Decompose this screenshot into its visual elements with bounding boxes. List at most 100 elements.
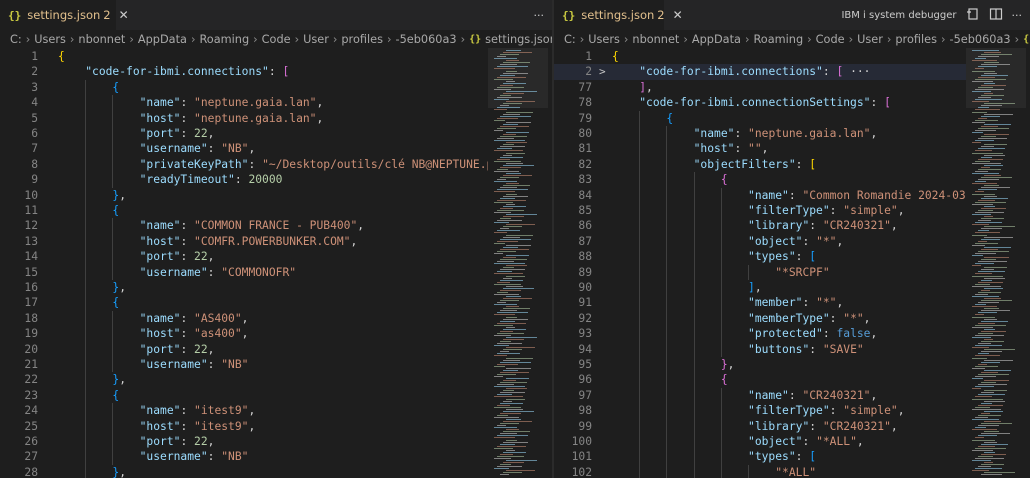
breadcrumb-item[interactable]: profiles [895,33,937,46]
breadcrumb-item[interactable]: nbonnet [78,33,125,46]
code-line[interactable]: 19 "host": "as400", [0,326,488,341]
breadcrumb-item[interactable]: nbonnet [632,33,679,46]
code-line[interactable]: 80 "name": "neptune.gaia.lan", [554,126,966,141]
code-line[interactable]: 9 "readyTimeout": 20000 [0,172,488,187]
code-line[interactable]: 88 "types": [ [554,249,966,264]
code-line[interactable]: 16 }, [0,280,488,295]
minimap[interactable] [966,48,1026,478]
code-line[interactable]: 6 "port": 22, [0,126,488,141]
code-line[interactable]: 20 "port": 22, [0,342,488,357]
code-line[interactable]: 24 "name": "itest9", [0,403,488,418]
breadcrumb-item[interactable]: Code [262,33,291,46]
code-editor[interactable]: 1{2 "code-for-ibmi.connections": [3 {4 "… [0,48,552,478]
minimap-line [981,84,1006,86]
code-line[interactable]: 11 { [0,203,488,218]
code-line[interactable]: 21 "username": "NB" [0,357,488,372]
breadcrumb-item[interactable]: -5eb060a3 [396,33,457,46]
code-line[interactable]: 87 "object": "*", [554,234,966,249]
minimap[interactable] [488,48,548,478]
breadcrumb-item[interactable]: AppData [692,33,741,46]
more-actions-icon[interactable]: ··· [534,9,545,22]
code-line[interactable]: 22 }, [0,372,488,387]
code-line[interactable]: 94 "buttons": "SAVE" [554,342,966,357]
breadcrumb-item[interactable]: User [303,33,329,46]
fold-chevron-icon[interactable]: > [599,64,606,79]
code-line[interactable]: 2 "code-for-ibmi.connections": [ [0,64,488,79]
code-line[interactable]: 95 }, [554,357,966,372]
code-line[interactable]: 91 "member": "*", [554,295,966,310]
breadcrumb-item[interactable]: settings.json [485,33,552,46]
code-line[interactable]: 8 "privateKeyPath": "~/Desktop/outils/cl… [0,157,520,172]
breadcrumb-item[interactable]: Users [34,33,66,46]
breadcrumb-item[interactable]: Roaming [753,33,803,46]
line-number: 14 [24,250,38,264]
code-line[interactable]: 82 "objectFilters": [ [554,157,966,172]
minimap-line [497,168,508,170]
code-line[interactable]: 26 "port": 22, [0,434,488,449]
code-line[interactable]: 4 "name": "neptune.gaia.lan", [0,95,488,110]
code-line[interactable]: 100 "object": "*ALL", [554,434,966,449]
code-line[interactable]: 92 "memberType": "*", [554,311,966,326]
code-line[interactable]: 5 "host": "neptune.gaia.lan", [0,111,488,126]
breadcrumb-item[interactable]: Users [588,33,620,46]
code-line[interactable]: 2 > "code-for-ibmi.connections": [ ··· [554,64,966,80]
code-line[interactable]: 78 "code-for-ibmi.connectionSettings": [ [554,95,966,110]
code-token: [ [884,96,891,110]
code-line[interactable]: 93 "protected": false, [554,326,966,341]
code-line[interactable]: 84 "name": "Common Romandie 2024-03-21", [554,188,999,203]
breadcrumb-item[interactable]: Roaming [199,33,249,46]
code-line[interactable]: 3 { [0,80,488,95]
code-line[interactable]: 86 "library": "CR240321", [554,218,966,233]
code-line[interactable]: 79 { [554,111,966,126]
code-line[interactable]: 10 }, [0,188,488,203]
minimap-line [497,230,520,232]
minimap-line [972,244,985,246]
code-line[interactable]: 12 "name": "COMMON FRANCE - PUB400", [0,218,488,233]
code-line[interactable]: 98 "filterType": "simple", [554,403,966,418]
code-line[interactable]: 7 "username": "NB", [0,141,488,156]
minimap-line [984,359,1013,361]
code-line[interactable]: 102 "*ALL" [554,465,966,478]
code-line[interactable]: 18 "name": "AS400", [0,311,488,326]
tab-label: settings.json [27,8,101,22]
code-editor[interactable]: 1{2 > "code-for-ibmi.connections": [ ··· 7… [554,48,1030,478]
more-actions-icon[interactable]: ··· [1012,9,1023,22]
code-line[interactable]: 81 "host": "", [554,141,966,156]
code-line[interactable]: 99 "library": "CR240321", [554,419,966,434]
breadcrumb-item[interactable]: C: [564,33,576,46]
tab-settings-json[interactable]: {} settings.json 2 ✕ [0,0,129,30]
code-line[interactable]: 83 { [554,172,966,187]
code-line[interactable]: 1{ [0,49,488,64]
tab-settings-json[interactable]: {} settings.json 2 ✕ [554,0,683,30]
code-line[interactable]: 1{ [554,49,966,64]
indent-guide [639,403,641,419]
ibmi-debugger-button[interactable]: IBM i system debugger [841,10,956,21]
code-line[interactable]: 97 "name": "CR240321", [554,388,966,403]
code-line[interactable]: 23 { [0,388,488,403]
breadcrumb-item[interactable]: profiles [341,33,383,46]
breadcrumb-item[interactable]: C: [10,33,22,46]
breadcrumb-item[interactable]: AppData [138,33,187,46]
code-line[interactable]: 14 "port": 22, [0,249,488,264]
code-line[interactable]: 89 "*SRCPF" [554,265,966,280]
breadcrumb-item[interactable]: User [857,33,883,46]
breadcrumb-item[interactable]: Code [816,33,845,46]
close-icon[interactable]: ✕ [119,8,129,22]
code-line[interactable]: 101 "types": [ [554,449,966,464]
code-line[interactable]: 17 { [0,295,488,310]
open-changes-icon[interactable] [966,7,980,24]
minimap-line [984,205,995,207]
code-line[interactable]: 85 "filterType": "simple", [554,203,966,218]
code-line[interactable]: 28 }, [0,465,488,478]
code-line[interactable]: 90 ], [554,280,966,295]
breadcrumb-item[interactable]: -5eb060a3 [950,33,1011,46]
close-icon[interactable]: ✕ [673,8,683,22]
code-line[interactable]: 96 { [554,372,966,387]
code-line[interactable]: 27 "username": "NB" [0,449,488,464]
code-line[interactable]: 25 "host": "itest9", [0,419,488,434]
code-line[interactable]: 13 "host": "COMFR.POWERBUNKER.COM", [0,234,488,249]
code-line[interactable]: 15 "username": "COMMONOFR" [0,265,488,280]
code-line[interactable]: 77 ], [554,80,966,95]
split-editor-icon[interactable] [989,7,1003,24]
